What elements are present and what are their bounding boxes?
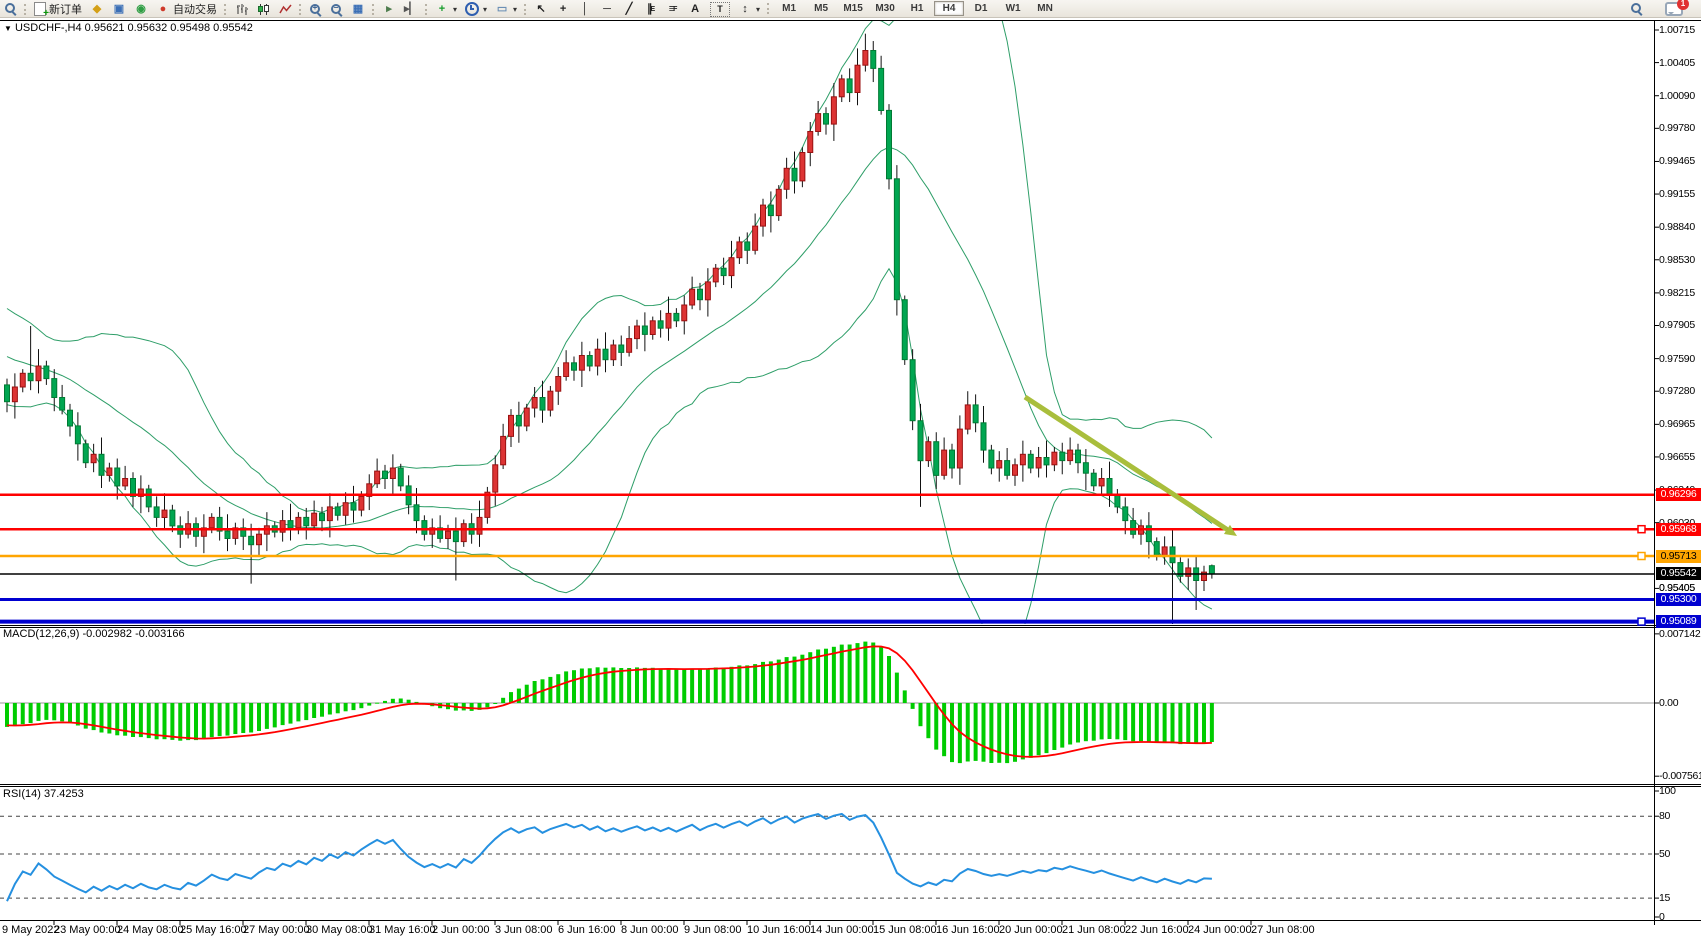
cursor-icon: ↖ [534, 3, 548, 16]
line-view-button[interactable] [274, 1, 296, 18]
fibonacci-icon: ≡F [666, 3, 680, 16]
timeframe-w1[interactable]: W1 [998, 1, 1028, 16]
auto-scroll-button[interactable]: ▸ [378, 1, 400, 18]
templates-button[interactable]: ▭▾ [491, 1, 521, 18]
fibonacci-button[interactable]: ≡F [662, 1, 684, 18]
styler-button[interactable]: ◆ [86, 1, 108, 18]
zoom-in-button[interactable]: + [305, 1, 326, 18]
trend-line-icon: ╱ [622, 3, 636, 16]
notification-badge: 1 [1677, 0, 1689, 10]
channel-icon: ∥E [644, 3, 658, 16]
template-icon: ▭ [495, 3, 509, 16]
new-order-button[interactable]: 新订单 [30, 1, 86, 18]
text-label-button[interactable]: T [706, 1, 734, 18]
add-indicator-icon: + [435, 3, 449, 16]
toolbar-buttons: 新订单◆▣◉●自动交易+−▦▸▸▏+▾▾▭▾↖+│─╱∥E≡FAT↕▾ [0, 0, 764, 18]
tile-windows-icon: ▦ [351, 3, 365, 16]
crosshair-icon: + [556, 3, 570, 16]
chart-window-icon: ▣ [112, 3, 126, 16]
toolbar: 新订单◆▣◉●自动交易+−▦▸▸▏+▾▾▭▾↖+│─╱∥E≡FAT↕▾ M1M5… [0, 0, 1701, 18]
timeframe-m15[interactable]: M15 [838, 1, 868, 16]
signal-icon: ◉ [134, 3, 148, 16]
toolbar-group-chart-type [221, 1, 296, 18]
toolbar-group-edge [0, 6, 21, 18]
indicators-button[interactable]: +▾ [431, 1, 461, 18]
bars-view-button[interactable] [230, 1, 252, 18]
zoom-out-button[interactable]: − [326, 1, 347, 18]
search-button[interactable] [1626, 0, 1647, 17]
text-button[interactable]: A [684, 1, 706, 18]
new-order-icon [34, 2, 46, 16]
macd-histogram [5, 642, 1214, 764]
trend-arrow[interactable] [1025, 397, 1237, 536]
timeframe-toolbar: M1M5M15M30H1H4D1W1MN [764, 0, 1061, 17]
timeframe-d1[interactable]: D1 [966, 1, 996, 16]
horizontal-line-button[interactable]: ─ [596, 1, 618, 18]
zoom-in-icon: + [309, 3, 322, 16]
horizontal-line-icon: ─ [600, 3, 614, 16]
community-chat-button[interactable]: 1 [1661, 0, 1687, 17]
vertical-line-icon: │ [578, 3, 592, 16]
clock-icon [465, 2, 479, 16]
toolbar-button-label: 新订单 [49, 1, 82, 17]
candles [5, 34, 1215, 631]
zoom-out-icon: − [330, 3, 343, 16]
arrow-tools-button[interactable]: ↕▾ [734, 1, 764, 18]
vertical-line-button[interactable]: │ [574, 1, 596, 18]
styler-icon: ◆ [90, 3, 104, 16]
hline-0.95089[interactable] [0, 618, 1654, 625]
bars-chart-icon [234, 3, 248, 16]
toolbar-group-draw: ↖+│─╱∥E≡FAT↕▾ [521, 1, 764, 18]
timeframe-m5[interactable]: M5 [806, 1, 836, 16]
chart-shift-icon: ▸▏ [404, 3, 418, 16]
magnifier-icon [4, 2, 17, 15]
toolbar-button-label: 自动交易 [173, 1, 217, 17]
timeframe-mn[interactable]: MN [1030, 1, 1060, 16]
dropdown-caret-icon: ▾ [513, 5, 517, 14]
autotrade-icon: ● [156, 3, 170, 16]
toolbar-right: 1 [1626, 0, 1701, 17]
signals-button[interactable]: ◉ [130, 1, 152, 18]
timeframe-m30[interactable]: M30 [870, 1, 900, 16]
hline-0.95713[interactable] [0, 553, 1654, 560]
find-button[interactable] [0, 0, 21, 17]
periods-button[interactable]: ▾ [461, 1, 491, 18]
candles-view-button[interactable] [252, 1, 274, 18]
timeframe-h4[interactable]: H4 [934, 1, 964, 16]
auto-trading-button[interactable]: ●自动交易 [152, 1, 221, 18]
new-chart-window-button[interactable]: ▣ [108, 1, 130, 18]
text-icon: A [688, 3, 702, 16]
timeframe-h1[interactable]: H1 [902, 1, 932, 16]
chart-area[interactable] [0, 0, 1701, 940]
chart-shift-button[interactable]: ▸▏ [400, 1, 422, 18]
rsi-line [7, 814, 1212, 901]
equidistant-channel-button[interactable]: ∥E [640, 1, 662, 18]
dropdown-caret-icon: ▾ [756, 5, 760, 14]
trend-line-button[interactable]: ╱ [618, 1, 640, 18]
toolbar-group-trade: 新订单 ◆ ▣ ◉ ●自动交易 [21, 1, 221, 18]
tile-windows-button[interactable]: ▦ [347, 1, 369, 18]
line-chart-icon [278, 3, 292, 16]
arrow-tools-icon: ↕ [738, 3, 752, 16]
timeframe-m1[interactable]: M1 [774, 1, 804, 16]
dropdown-caret-icon: ▾ [453, 5, 457, 14]
dropdown-caret-icon: ▾ [483, 5, 487, 14]
hline-0.95968[interactable] [0, 526, 1654, 533]
crosshair-button[interactable]: + [552, 1, 574, 18]
text-label-icon: T [710, 2, 730, 17]
toolbar-group-zoom: +−▦ [296, 1, 369, 18]
cursor-button[interactable]: ↖ [530, 1, 552, 18]
toolbar-group-scroll: ▸ ▸▏ [369, 1, 422, 18]
chat-bubble-icon: 1 [1665, 2, 1683, 16]
candles-chart-icon [256, 3, 270, 16]
mt4-window: 新订单◆▣◉●自动交易+−▦▸▸▏+▾▾▭▾↖+│─╱∥E≡FAT↕▾ M1M5… [0, 0, 1701, 940]
auto-scroll-icon: ▸ [382, 3, 396, 16]
toolbar-group-add: +▾▾▭▾ [422, 1, 521, 18]
magnifier-icon [1630, 2, 1643, 15]
